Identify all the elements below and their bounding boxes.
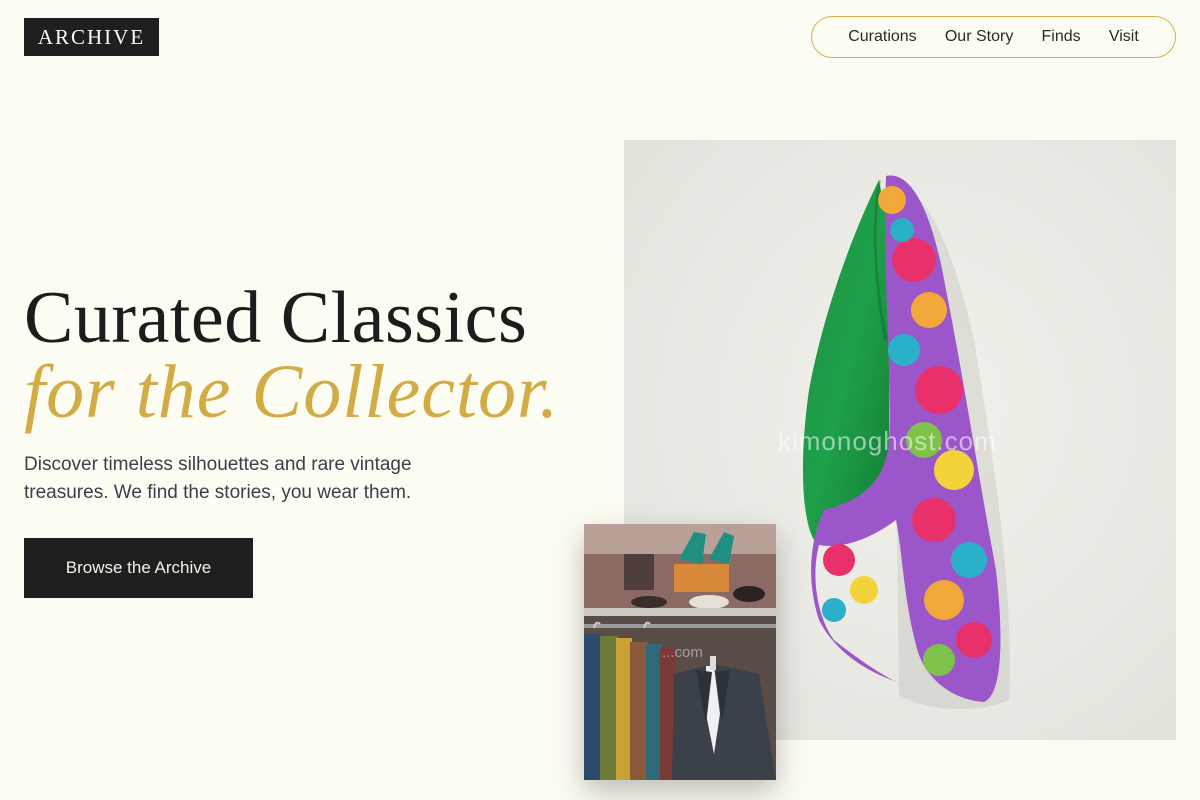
hero-headline-accent: for the Collector. — [24, 350, 560, 434]
nav-our-story[interactable]: Our Story — [945, 28, 1013, 46]
watermark-small: ...com — [662, 644, 703, 661]
hero-subtext: Discover timeless silhouettes and rare v… — [24, 454, 412, 503]
nav-curations[interactable]: Curations — [848, 28, 916, 46]
nav-visit[interactable]: Visit — [1109, 28, 1139, 46]
watermark: kimonoghost.com — [778, 426, 997, 456]
clothing-rack-image: ...com — [584, 524, 776, 780]
browse-archive-button[interactable]: Browse the Archive — [24, 538, 253, 598]
hero-headline: Curated Classics — [24, 277, 528, 359]
nav-finds[interactable]: Finds — [1042, 28, 1081, 46]
main-nav: Curations Our Story Finds Visit — [811, 16, 1176, 58]
logo[interactable]: ARCHIVE — [24, 18, 159, 56]
landing-page: ARCHIVE Curations Our Story Finds Visit … — [0, 0, 1200, 800]
